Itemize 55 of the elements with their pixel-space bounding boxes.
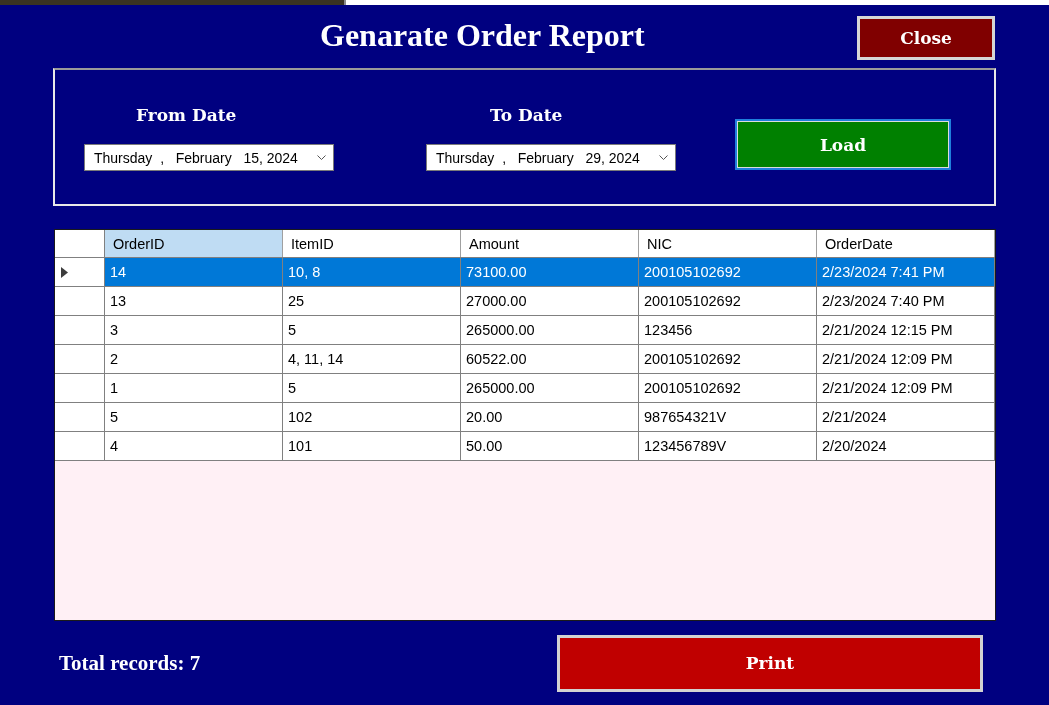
table-row[interactable]: 2 4, 11, 14 60522.00 200105102692 2/21/2024 12:09 PM [55, 345, 995, 374]
table-cell: 73100.00 [461, 258, 639, 286]
table-cell: 2/23/2024 7:40 PM [817, 287, 995, 315]
table-row[interactable]: 14 10, 8 73100.00 200105102692 2/23/2024 7:41 PM [55, 258, 995, 287]
table-row[interactable]: 3 5 265000.00 123456 2/21/2024 12:15 PM [55, 316, 995, 345]
table-cell: 123456789V [639, 432, 817, 460]
table-cell: 14 [105, 258, 283, 286]
table-cell: 101 [283, 432, 461, 460]
table-cell: 1 [105, 374, 283, 402]
window-title: Genarate Order Report [320, 15, 645, 55]
chevron-down-icon [659, 155, 668, 160]
table-cell: 2/20/2024 [817, 432, 995, 460]
total-records-text: Total records: 7 [59, 650, 201, 676]
table-cell: 2/21/2024 12:09 PM [817, 374, 995, 402]
table-cell: 50.00 [461, 432, 639, 460]
table-cell: 2/23/2024 7:41 PM [817, 258, 995, 286]
column-header[interactable]: OrderID [105, 230, 283, 257]
table-cell: 25 [283, 287, 461, 315]
chevron-down-icon [317, 155, 326, 160]
table-cell: 4 [105, 432, 283, 460]
table-row[interactable]: 13 25 27000.00 200105102692 2/23/2024 7:40 PM [55, 287, 995, 316]
date-label: To Date [490, 104, 563, 126]
table-cell: 60522.00 [461, 345, 639, 373]
table-cell: 4, 11, 14 [283, 345, 461, 373]
table-row[interactable]: 5 102 20.00 987654321V 2/21/2024 [55, 403, 995, 432]
date-picker[interactable]: Thursday , February 15, 2024 [84, 144, 334, 171]
table-cell: 200105102692 [639, 374, 817, 402]
table-cell: 265000.00 [461, 316, 639, 344]
table-cell: 200105102692 [639, 345, 817, 373]
table-cell: 123456 [639, 316, 817, 344]
table-cell: 2/21/2024 12:09 PM [817, 345, 995, 373]
date-picker[interactable]: Thursday , February 29, 2024 [426, 144, 676, 171]
table-cell: 200105102692 [639, 287, 817, 315]
table-cell: 5 [105, 403, 283, 431]
print-button[interactable]: Print [557, 634, 983, 692]
table-cell: 10, 8 [283, 258, 461, 286]
date-label: From Date [136, 104, 237, 126]
load-button[interactable]: Load [735, 119, 951, 170]
table-cell: 20.00 [461, 403, 639, 431]
table-cell: 265000.00 [461, 374, 639, 402]
table-cell: 27000.00 [461, 287, 639, 315]
table-cell: 13 [105, 287, 283, 315]
table-cell: 2/21/2024 [817, 403, 995, 431]
table-cell: 987654321V [639, 403, 817, 431]
table-cell: 3 [105, 316, 283, 344]
close-button[interactable]: Close [857, 16, 995, 60]
table-cell: 5 [283, 374, 461, 402]
triangle-pointer-icon [61, 266, 68, 278]
table-cell: 5 [283, 316, 461, 344]
table-row[interactable]: 4 101 50.00 123456789V 2/20/2024 [55, 432, 995, 461]
table-cell: 102 [283, 403, 461, 431]
table-cell: 200105102692 [639, 258, 817, 286]
table-row[interactable]: 1 5 265000.00 200105102692 2/21/2024 12:09 PM [55, 374, 995, 403]
table-cell: 2/21/2024 12:15 PM [817, 316, 995, 344]
table-cell: 2 [105, 345, 283, 373]
